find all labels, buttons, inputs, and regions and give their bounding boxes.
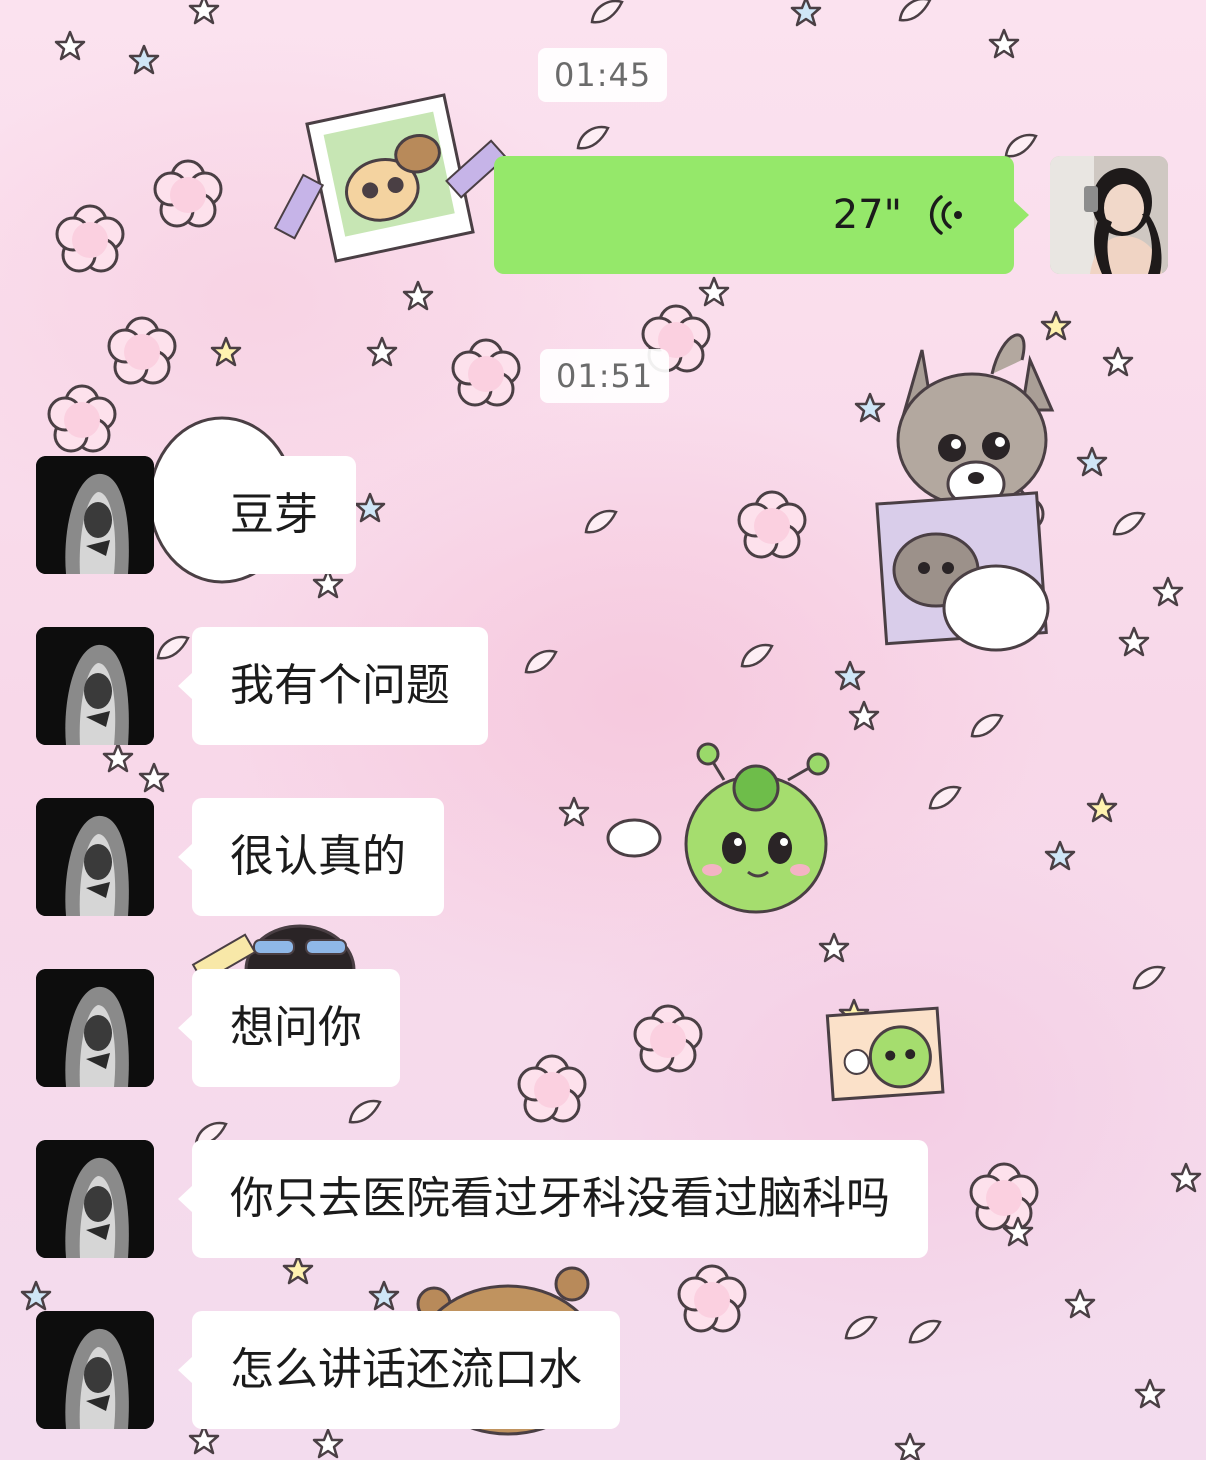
avatar[interactable] — [1050, 156, 1168, 274]
message-bubble[interactable]: 很认真的 — [178, 798, 444, 916]
avatar[interactable] — [36, 1140, 154, 1258]
avatar[interactable] — [36, 798, 154, 916]
timestamp: 01:51 — [540, 349, 670, 403]
voice-message-bubble[interactable]: 27" — [494, 156, 1029, 274]
avatar[interactable] — [36, 627, 154, 745]
timestamp: 01:45 — [538, 48, 668, 102]
message-bubble[interactable]: 怎么讲话还流口水 — [178, 1311, 620, 1429]
message-bubble[interactable]: 我有个问题 — [178, 627, 488, 745]
avatar[interactable] — [36, 969, 154, 1087]
message-bubble[interactable]: 想问你 — [178, 969, 400, 1087]
avatar[interactable] — [36, 1311, 154, 1429]
avatar[interactable] — [36, 456, 154, 574]
message-bubble[interactable]: 豆芽 — [178, 456, 356, 574]
voice-wave-icon — [928, 194, 970, 236]
message-bubble[interactable]: 你只去医院看过牙科没看过脑科吗 — [178, 1140, 928, 1258]
voice-duration: 27" — [832, 192, 902, 238]
